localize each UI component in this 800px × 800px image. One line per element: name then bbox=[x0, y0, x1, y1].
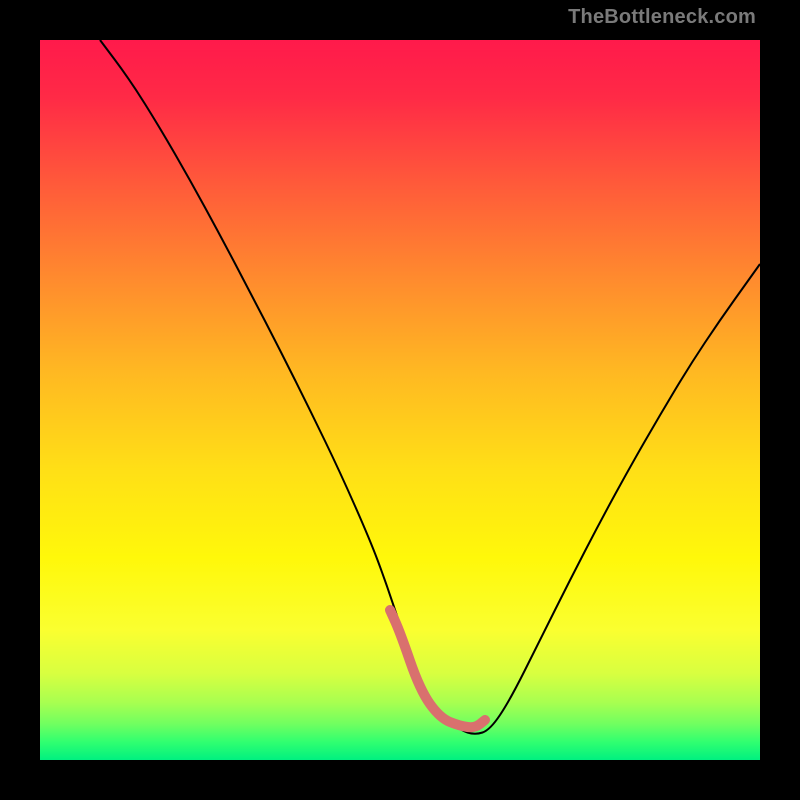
curve-svg bbox=[40, 40, 760, 760]
attribution-text: TheBottleneck.com bbox=[568, 6, 756, 29]
chart-container: TheBottleneck.com bbox=[0, 0, 800, 800]
bottleneck-curve bbox=[100, 40, 760, 734]
plot-area bbox=[40, 40, 760, 760]
flat-basin-highlight bbox=[390, 610, 485, 727]
